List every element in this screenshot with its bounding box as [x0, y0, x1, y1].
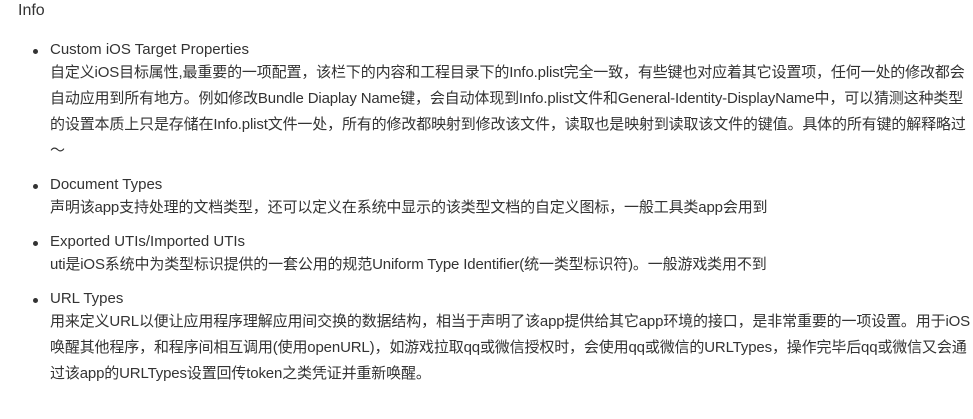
item-description: 自定义iOS目标属性,最重要的一项配置，该栏下的内容和工程目录下的Info.pl…	[50, 64, 966, 159]
page: { "heading": "Info", "items": [ { "title…	[0, 0, 973, 419]
item-description: 声明该app支持处理的文档类型，还可以定义在系统中显示的该类型文档的自定义图标，…	[50, 199, 768, 216]
list-item: Document Types 声明该app支持处理的文档类型，还可以定义在系统中…	[31, 175, 971, 221]
bullet-icon	[33, 298, 38, 303]
list-item: URL Types 用来定义URL以便让应用程序理解应用间交换的数据结构，相当于…	[31, 289, 971, 387]
list-item: Custom iOS Target Properties 自定义iOS目标属性,…	[31, 40, 971, 164]
item-description: uti是iOS系统中为类型标识提供的一套公用的规范Uniform Type Id…	[50, 256, 767, 273]
info-list: Custom iOS Target Properties 自定义iOS目标属性,…	[31, 40, 971, 398]
bullet-icon	[33, 49, 38, 54]
bullet-icon	[33, 241, 38, 246]
list-item: Exported UTIs/Imported UTIs uti是iOS系统中为类…	[31, 232, 971, 278]
section-heading: Info	[18, 2, 45, 19]
item-title: URL Types	[50, 290, 124, 307]
item-description: 用来定义URL以便让应用程序理解应用间交换的数据结构，相当于声明了该app提供给…	[50, 313, 971, 382]
item-title: Custom iOS Target Properties	[50, 41, 249, 58]
item-title: Document Types	[50, 176, 163, 193]
item-title: Exported UTIs/Imported UTIs	[50, 233, 246, 250]
bullet-icon	[33, 184, 38, 189]
